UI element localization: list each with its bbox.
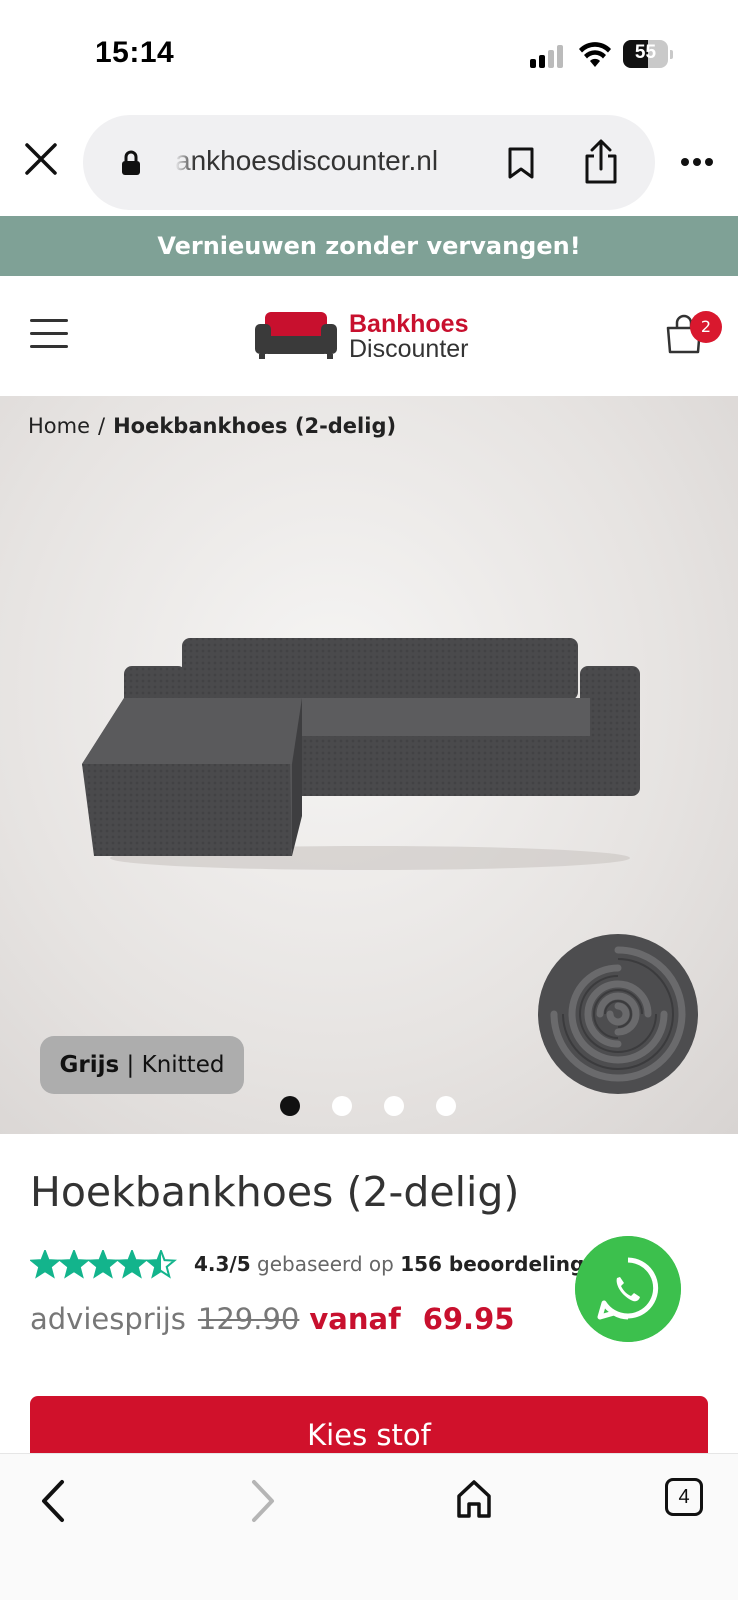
rating-star [87,1250,119,1279]
product-gallery[interactable]: Home / Hoekbankhoes (2-delig) Grijs | Kn… [0,396,738,1134]
logo-text-discounter: Discounter [349,335,469,363]
sale-price: 69.95 [422,1302,515,1336]
rating-star [116,1250,148,1279]
chevron-left-icon[interactable] [38,1478,68,1524]
promo-banner: Vernieuwen zonder vervangen! [0,216,738,276]
sofa-product-image [82,638,640,870]
fabric-swatch-image [538,934,698,1094]
rating-value: 4.3/5 [194,1252,251,1276]
breadcrumb-home-link[interactable]: Home [28,414,90,438]
list-price: 129.90 [197,1302,300,1336]
carousel-dot[interactable] [436,1096,456,1116]
breadcrumb-separator: / [98,414,106,438]
wifi-icon [579,42,611,67]
cellular-signal-icon [530,44,570,68]
rating-connector: gebaseerd op [257,1252,394,1276]
color-name: Grijs [59,1052,120,1078]
clock: 15:14 [95,36,175,69]
sofa-logo-icon [255,312,337,359]
site-header: Bankhoes Discounter 2 [0,276,738,396]
lock-icon [122,150,140,175]
url-text: ankhoesdiscounter.nl [175,145,439,176]
carousel-dots [0,1096,738,1116]
browser-toolbar: ankhoesdiscounter.nl [0,112,738,212]
close-icon[interactable] [24,142,58,176]
from-label: vanaf [309,1302,401,1336]
breadcrumb: Home / Hoekbankhoes (2-delig) [28,414,396,438]
carousel-dot[interactable] [280,1096,300,1116]
more-icon[interactable] [680,157,714,167]
rating-stars [30,1250,177,1279]
battery-percentage: 55 [634,42,657,63]
battery-icon: 55 [623,40,673,68]
breadcrumb-current: Hoekbankhoes (2-delig) [113,414,397,438]
rating-star [58,1250,90,1279]
tabs-button[interactable]: 4 [665,1478,703,1516]
rating-summary: 4.3/5 gebaseerd op 156 beoordelingen [194,1252,590,1276]
product-title: Hoekbankhoes (2-delig) [30,1168,520,1216]
status-bar: 15:14 55 [0,0,738,108]
price-row: adviesprijs 129.90 vanaf 69.95 [30,1302,514,1336]
address-bar[interactable]: ankhoesdiscounter.nl [83,115,655,210]
fabric-name: Knitted [141,1052,225,1078]
cart-count-badge: 2 [690,311,722,343]
color-label-separator: | [126,1052,135,1078]
list-price-label: adviesprijs [30,1302,186,1336]
bookmark-icon[interactable] [507,146,535,180]
rating-star [30,1250,61,1279]
carousel-dot[interactable] [384,1096,404,1116]
share-icon[interactable] [583,139,619,185]
browser-bottom-toolbar: 4 [0,1453,738,1600]
page: 15:14 55 ankhoesdiscounter.nl Vernieuwen… [0,0,738,1600]
hamburger-icon[interactable] [30,319,68,349]
color-variant-label: Grijs | Knitted [40,1036,244,1094]
chevron-right-icon[interactable] [248,1478,278,1524]
home-icon[interactable] [455,1478,493,1520]
site-logo[interactable]: Bankhoes Discounter [255,310,485,366]
carousel-dot[interactable] [332,1096,352,1116]
product-rating[interactable]: 4.3/5 gebaseerd op 156 beoordelingen [30,1250,590,1280]
rating-count: 156 beoordelingen [400,1252,590,1276]
whatsapp-icon[interactable] [575,1236,681,1342]
promo-text: Vernieuwen zonder vervangen! [157,232,581,260]
